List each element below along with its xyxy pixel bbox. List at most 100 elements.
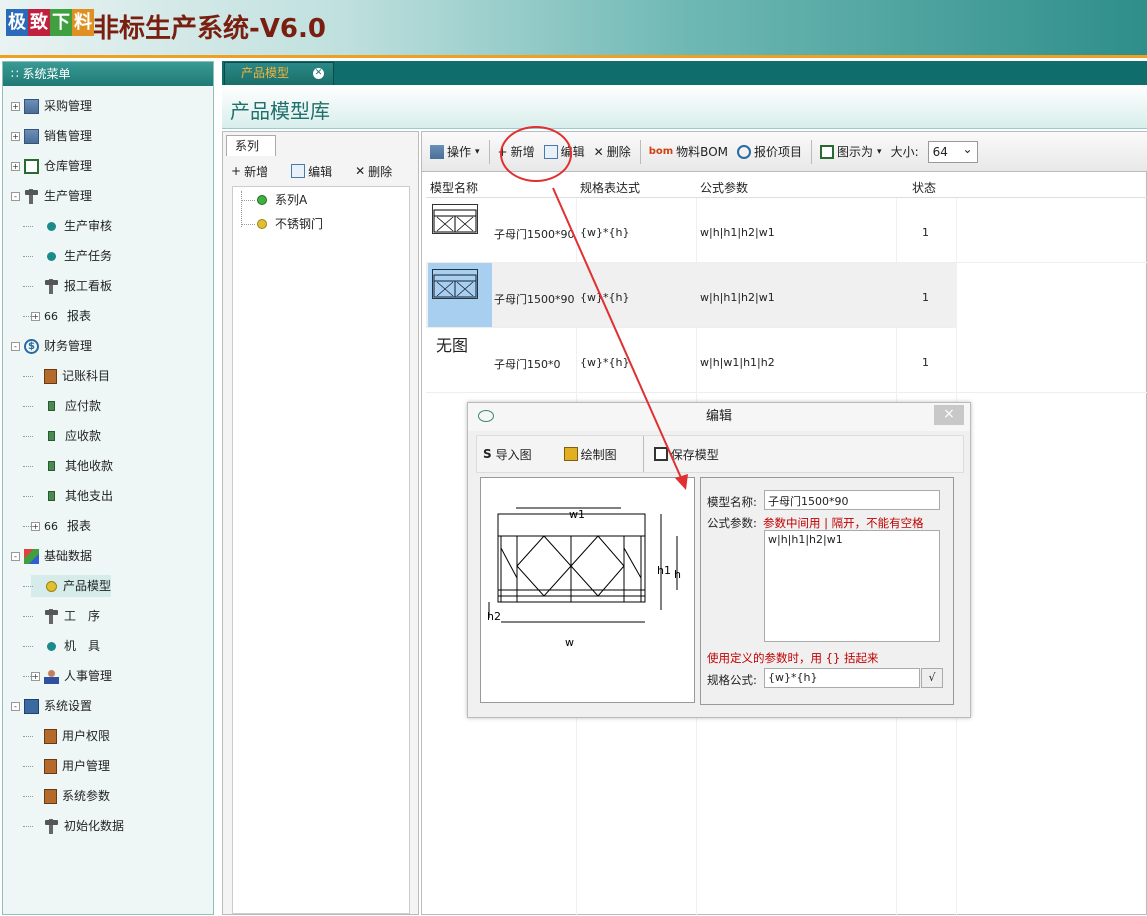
warehouse-icon [24, 158, 39, 174]
collapse-icon[interactable]: - [11, 191, 20, 201]
tree-guide [23, 826, 33, 827]
sidebar-item[interactable]: 机 具 [31, 635, 100, 657]
size-label: 大小: [890, 145, 919, 159]
logo-char-2: 致 [28, 9, 50, 36]
table-row[interactable]: 无图 子母门150*0 {w}*{h} w|h|w1|h1|h2 1 [426, 328, 1147, 393]
shapes-icon [24, 548, 39, 564]
sidebar-item[interactable]: 工 序 [31, 605, 100, 627]
column-header[interactable]: 模型名称 [430, 179, 478, 196]
sidebar-item[interactable]: + 仓库管理 [11, 155, 92, 177]
sidebar-item-label: 生产任务 [64, 249, 113, 263]
sidebar-item[interactable]: - 系统设置 [11, 695, 92, 717]
sidebar-item[interactable]: + 销售管理 [11, 125, 92, 147]
dot-icon [47, 641, 56, 651]
sidebar-item[interactable]: 记账科目 [31, 365, 110, 387]
drawing-canvas[interactable]: w1 h1 h h2 w [480, 477, 695, 703]
dollar-icon [737, 144, 751, 159]
series-item[interactable]: 不锈钢门 [257, 213, 323, 235]
spec-formula-input[interactable]: {w}*{h} [764, 668, 920, 688]
tab-product-model[interactable]: 产品模型 ✕ [224, 62, 334, 85]
sidebar-item-label: 报表 [67, 519, 92, 533]
bom-button[interactable]: bom 物料BOM [649, 143, 728, 160]
tab-close-icon[interactable]: ✕ [313, 68, 324, 79]
app-title: 非标生产系统-V6.0 [93, 14, 326, 44]
sidebar-item-label: 人事管理 [64, 669, 113, 683]
series-edit-button[interactable]: 编辑 [291, 163, 332, 180]
sidebar-item[interactable]: 报工看板 [31, 275, 112, 297]
sidebar-item[interactable]: - 生产管理 [11, 185, 92, 207]
model-name-input[interactable]: 子母门1500*90 [764, 490, 940, 510]
table-row[interactable]: 子母门1500*90 {w}*{h} w|h|h1|h2|w1 1 [426, 198, 1147, 263]
tree-guide [23, 796, 33, 797]
sidebar-item[interactable]: +66 报表 [31, 305, 91, 327]
dialog-toolbar: S 导入图 绘制图 保存模型 [476, 435, 964, 473]
save-model-button[interactable]: 保存模型 [653, 446, 719, 463]
book-icon [44, 788, 57, 804]
expand-icon[interactable]: + [11, 131, 20, 141]
quote-items-button[interactable]: 报价项目 [737, 143, 802, 160]
book-icon [44, 728, 57, 744]
building-icon [24, 128, 39, 144]
sidebar-item[interactable]: 用户权限 [31, 725, 110, 747]
sidebar-item[interactable]: 生产审核 [31, 215, 112, 237]
sidebar-header-label: 系统菜单 [22, 67, 71, 81]
series-toolbar: + 新增 编辑 ✕ 删除 [231, 160, 401, 182]
sidebar-item[interactable]: 生产任务 [31, 245, 112, 267]
column-header[interactable]: 状态 [912, 179, 936, 196]
column-header[interactable]: 规格表达式 [580, 179, 640, 196]
sidebar-item[interactable]: + 采购管理 [11, 95, 92, 117]
close-button[interactable]: × [934, 405, 964, 425]
delete-model-label: 删除 [606, 145, 631, 159]
row-status: 1 [922, 226, 929, 239]
sidebar-item-label: 生产管理 [44, 189, 93, 203]
series-add-button[interactable]: + 新增 [231, 163, 268, 180]
sidebar-item[interactable]: - 基础数据 [11, 545, 92, 567]
series-item[interactable]: 系列A [257, 189, 307, 211]
sidebar-item[interactable]: 其他收款 [31, 455, 113, 477]
model-name-label: 模型名称: [707, 495, 757, 509]
toolbar-separator [639, 139, 641, 164]
dot-icon [47, 221, 56, 231]
draw-image-button[interactable]: 绘制图 [563, 446, 617, 463]
draw-icon [563, 447, 578, 461]
series-delete-button[interactable]: ✕ 删除 [355, 163, 392, 180]
collapse-icon[interactable]: - [11, 341, 20, 351]
tree-guide [23, 676, 33, 677]
import-image-button[interactable]: S 导入图 [483, 446, 532, 463]
sidebar-item[interactable]: 用户管理 [31, 755, 110, 777]
sidebar-item-label: 其他收款 [65, 459, 114, 473]
sidebar-item[interactable]: + 人事管理 [31, 665, 112, 687]
tab-series[interactable]: 系列 [226, 135, 276, 156]
row-spec: {w}*{h} [580, 356, 630, 369]
params-textarea[interactable]: w|h|h1|h2|w1 [764, 530, 940, 642]
expand-icon[interactable]: + [11, 161, 20, 171]
sidebar-item[interactable]: 系统参数 [31, 785, 110, 807]
expand-icon[interactable]: + [11, 101, 20, 111]
tree-guide [23, 226, 33, 227]
table-row-selected[interactable]: 子母门1500*90 {w}*{h} w|h|h1|h2|w1 1 [426, 263, 956, 328]
sidebar-item[interactable]: 应付款 [31, 395, 101, 417]
tree-guide [241, 191, 242, 227]
collapse-icon[interactable]: - [11, 701, 20, 711]
tree-guide [23, 316, 33, 317]
quote-items-label: 报价项目 [754, 145, 803, 159]
sidebar-item[interactable]: +66 报表 [31, 515, 91, 537]
sidebar-item[interactable]: 应收款 [31, 425, 101, 447]
sidebar-item[interactable]: 初始化数据 [31, 815, 124, 837]
sidebar-item-label: 产品模型 [63, 579, 112, 593]
column-header[interactable]: 公式参数 [700, 179, 748, 196]
sidebar-item[interactable]: 产品模型 [31, 575, 112, 597]
tree-guide [23, 526, 33, 527]
display-as-button[interactable]: 图示为 ▾ [820, 143, 882, 160]
display-icon [820, 144, 835, 159]
operate-menu-button[interactable]: 操作 ▾ [430, 143, 480, 160]
check-formula-button[interactable]: √ [921, 668, 943, 688]
delete-model-button[interactable]: ✕ 删除 [594, 143, 631, 160]
app-icon [478, 410, 494, 422]
sidebar-item[interactable]: 其他支出 [31, 485, 113, 507]
collapse-icon[interactable]: - [11, 551, 20, 561]
sidebar-item[interactable]: - $ 财务管理 [11, 335, 92, 357]
sidebar-item-label: 记账科目 [62, 369, 111, 383]
hammer-icon [24, 188, 39, 204]
size-select[interactable]: 64 [927, 139, 978, 163]
